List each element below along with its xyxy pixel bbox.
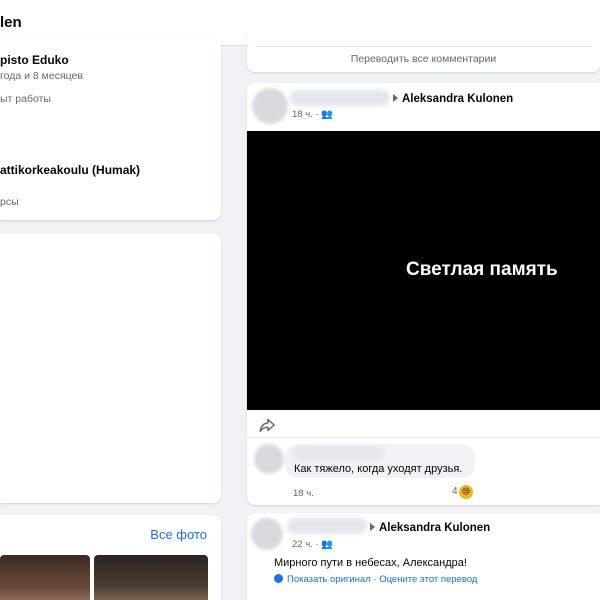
- globe-icon: [274, 574, 283, 583]
- post-author-name[interactable]: Aleksandra Kulonen: [402, 93, 513, 105]
- commenter-avatar[interactable]: [254, 444, 284, 474]
- commenter-avatar[interactable]: [251, 518, 283, 550]
- video-player[interactable]: Светлая память: [247, 131, 600, 410]
- post-timestamp[interactable]: 22 ч. · 👥: [292, 539, 333, 550]
- divider: [247, 437, 600, 438]
- arrow-right-icon: [393, 94, 398, 102]
- education-name[interactable]: attikorkeakoulu (Humak): [0, 163, 140, 177]
- commenter-avatar[interactable]: [252, 88, 288, 124]
- education-duration: года и 8 месяцев: [0, 70, 83, 82]
- comment-time[interactable]: 18 ч.: [293, 488, 314, 499]
- education-detail: ыт работы: [0, 93, 51, 105]
- profile-name-title: len: [0, 14, 22, 31]
- commenter-name-blurred[interactable]: [287, 518, 367, 534]
- commenter-name-blurred[interactable]: [290, 90, 390, 106]
- post-author[interactable]: Aleksandra Kulonen: [370, 522, 490, 534]
- info-card: [0, 233, 221, 503]
- post-author-name[interactable]: Aleksandra Kulonen: [379, 522, 490, 534]
- reaction-count[interactable]: 4: [452, 486, 458, 497]
- about-card: pisto Eduko года и 8 месяцев ыт работы a…: [0, 40, 221, 220]
- post-author[interactable]: Aleksandra Kulonen: [393, 93, 513, 105]
- share-arrow-icon[interactable]: [258, 416, 276, 434]
- post-time[interactable]: 22 ч.: [292, 539, 313, 550]
- education-name[interactable]: pisto Eduko: [0, 53, 69, 67]
- comment-bubble: Как тяжело, когда уходят друзья.: [285, 444, 475, 478]
- friends-icon: 👥: [321, 539, 334, 550]
- photos-card: Все фото: [0, 515, 221, 600]
- photo-thumbnail[interactable]: [0, 555, 90, 600]
- translate-all-comments-link[interactable]: Переводить все комментарии: [247, 53, 600, 65]
- education-detail: рсы: [0, 196, 19, 208]
- commenter-name-blurred[interactable]: [293, 447, 383, 459]
- comment-text: Как тяжело, когда уходят друзья.: [294, 463, 463, 475]
- post-time[interactable]: 18 ч.: [292, 109, 313, 120]
- see-all-photos-link[interactable]: Все фото: [150, 527, 207, 542]
- arrow-right-icon: [370, 523, 375, 531]
- photo-thumbnail[interactable]: [94, 555, 208, 600]
- sad-reaction-icon[interactable]: 😢: [459, 485, 473, 499]
- link-separator: ·: [370, 574, 380, 585]
- friends-icon: 👥: [321, 109, 334, 120]
- video-caption: Светлая память: [406, 259, 558, 280]
- post-text: Мирного пути в небесах, Александра!: [274, 557, 467, 569]
- comments-bar-card: Переводить все комментарии: [247, 30, 600, 72]
- post-timestamp[interactable]: 18 ч. · 👥: [292, 109, 333, 120]
- rate-translation-link[interactable]: Оцените этот перевод: [379, 574, 477, 585]
- translation-links: Показать оригинал · Оцените этот перевод: [274, 574, 477, 585]
- show-original-link[interactable]: Показать оригинал: [287, 574, 371, 585]
